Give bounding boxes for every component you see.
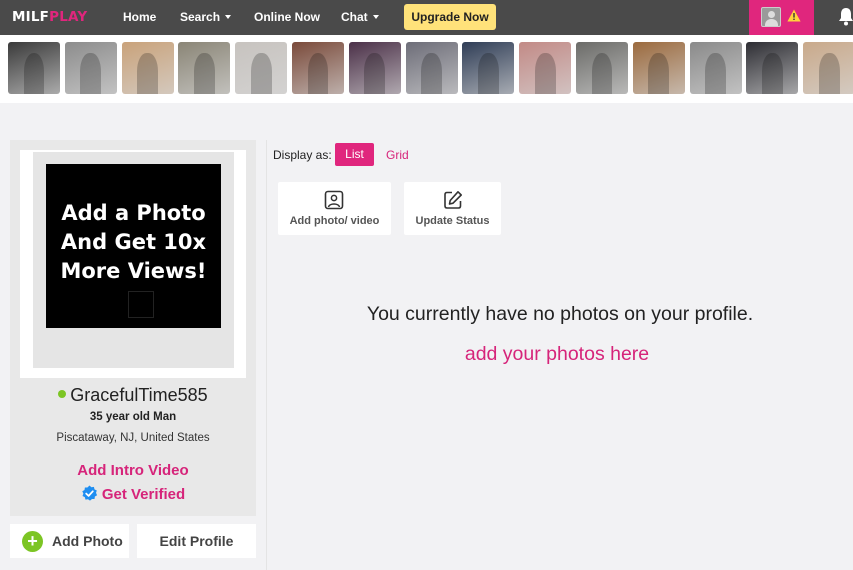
member-photo-silhouette <box>761 53 783 94</box>
site-logo[interactable]: MILFPLAY <box>12 9 87 25</box>
get-verified-link[interactable]: Get Verified <box>10 485 256 504</box>
member-thumbnail[interactable] <box>576 42 628 94</box>
update-status-button[interactable]: Update Status <box>404 182 501 235</box>
member-thumbnail[interactable] <box>8 42 60 94</box>
member-photo-silhouette <box>364 53 386 94</box>
top-navbar: MILFPLAY Home Search Online Now Chat Upg… <box>0 0 853 35</box>
username-row: GracefulTime585 <box>10 385 256 406</box>
avatar-placeholder-icon <box>761 7 781 27</box>
member-photo-silhouette <box>705 53 726 94</box>
member-thumbnail[interactable] <box>462 42 515 94</box>
age-gender: 35 year old Man <box>89 411 177 423</box>
display-as-label: Display as: <box>273 148 332 162</box>
member-photo-silhouette <box>250 53 272 94</box>
verified-badge-icon <box>82 485 97 501</box>
bell-icon[interactable] <box>838 7 853 27</box>
location: Piscataway, NJ, United States <box>56 432 210 444</box>
member-thumbnail[interactable] <box>803 42 853 94</box>
member-photo-strip <box>0 35 853 103</box>
logo-accent-text: PLAY <box>49 9 88 25</box>
member-photo-silhouette <box>307 53 329 94</box>
chevron-down-icon <box>225 14 232 19</box>
online-status-icon <box>58 390 67 399</box>
nav-home[interactable]: Home <box>123 10 156 24</box>
member-photo-silhouette <box>534 53 556 94</box>
member-thumbnail[interactable] <box>178 42 231 94</box>
empty-gallery-message: You currently have no photos on your pro… <box>366 303 754 325</box>
promo-line-1: Add a Photo <box>61 201 206 225</box>
nav-chat[interactable]: Chat <box>341 10 379 24</box>
member-thumbnail[interactable] <box>689 42 742 94</box>
view-grid-toggle[interactable]: Grid <box>386 148 409 162</box>
member-photo-silhouette <box>648 53 670 94</box>
member-photo-silhouette <box>421 53 442 94</box>
nav-search-label: Search <box>180 10 221 24</box>
add-photos-link[interactable]: add your photos here <box>267 343 847 366</box>
nav-chat-label: Chat <box>341 10 368 24</box>
member-thumbnail[interactable] <box>348 42 401 94</box>
get-verified-label: Get Verified <box>101 486 186 503</box>
plus-icon: + <box>22 531 43 552</box>
add-photo-video-label: Add photo/ video <box>289 215 380 227</box>
update-status-label: Update Status <box>415 215 490 227</box>
edit-profile-button[interactable]: Edit Profile <box>137 524 256 558</box>
member-photo-silhouette <box>137 53 158 94</box>
member-thumbnail[interactable] <box>121 42 174 94</box>
upgrade-now-button[interactable]: Upgrade Now <box>404 4 496 30</box>
member-thumbnail[interactable] <box>519 42 572 94</box>
add-intro-video-link[interactable]: Add Intro Video <box>10 462 256 479</box>
nav-search[interactable]: Search <box>180 10 232 24</box>
edit-pencil-icon <box>444 191 462 209</box>
member-thumbnail[interactable] <box>235 42 288 94</box>
add-photo-button[interactable]: + Add Photo <box>10 524 129 558</box>
member-photo-silhouette <box>818 53 840 94</box>
add-photo-promo[interactable]: Add a Photo And Get 10x More Views! <box>46 164 221 328</box>
member-photo-silhouette <box>591 53 613 94</box>
logo-text: MILF <box>12 9 50 25</box>
promo-line-2: And Get 10x <box>60 230 207 254</box>
member-photo-silhouette <box>477 53 499 94</box>
member-thumbnail[interactable] <box>292 42 344 94</box>
member-photo-silhouette <box>23 53 45 94</box>
member-photo-silhouette <box>80 53 102 94</box>
profile-card: Add a Photo And Get 10x More Views! Grac… <box>10 140 256 516</box>
member-thumbnail[interactable] <box>64 42 117 94</box>
view-list-toggle[interactable]: List <box>335 143 374 166</box>
nav-online-now[interactable]: Online Now <box>254 10 320 24</box>
warning-icon <box>787 9 801 22</box>
member-thumbnail[interactable] <box>746 42 799 94</box>
member-thumbnail[interactable] <box>632 42 685 94</box>
add-photo-video-button[interactable]: Add photo/ video <box>278 182 391 235</box>
member-thumbnail[interactable] <box>405 42 458 94</box>
member-photo-silhouette <box>193 53 215 94</box>
account-menu-button[interactable] <box>749 0 814 35</box>
image-icon <box>324 190 344 210</box>
username: GracefulTime585 <box>70 385 208 405</box>
add-photo-label: Add Photo <box>52 533 123 549</box>
chevron-down-icon <box>372 14 379 19</box>
promo-line-3: More Views! <box>60 259 207 283</box>
camera-outline-icon <box>128 291 154 318</box>
